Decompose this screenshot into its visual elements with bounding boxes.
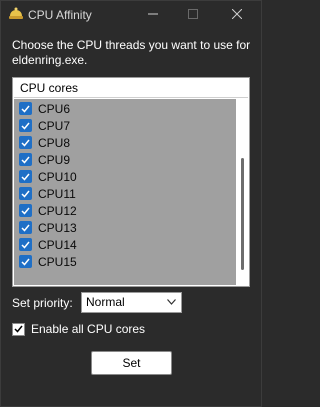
checkmark-icon xyxy=(21,258,30,266)
priority-label: Set priority: xyxy=(12,296,73,310)
set-button[interactable]: Set xyxy=(91,351,172,375)
list-item[interactable]: CPU10 xyxy=(19,168,77,185)
minimize-icon xyxy=(148,13,158,15)
close-button[interactable] xyxy=(217,1,257,27)
cpu-cores-list[interactable]: CPU cores CPU6 CPU7 CPU8 CPU9 CPU10 CPU1… xyxy=(12,77,250,287)
checkmark-icon xyxy=(21,156,30,164)
list-body: CPU6 CPU7 CPU8 CPU9 CPU10 CPU11 CPU12 CP… xyxy=(14,99,236,285)
list-item[interactable]: CPU15 xyxy=(19,253,77,270)
title-bar[interactable]: CPU Affinity xyxy=(1,1,261,29)
scrollbar-thumb[interactable] xyxy=(241,158,244,270)
list-item[interactable]: CPU9 xyxy=(19,151,70,168)
checkmark-icon xyxy=(21,173,30,181)
list-scrollbar[interactable] xyxy=(237,99,249,285)
list-item[interactable]: CPU11 xyxy=(19,185,76,202)
cpu-affinity-window: CPU Affinity Choose the CPU threads you … xyxy=(0,0,262,407)
list-header[interactable]: CPU cores xyxy=(14,79,248,98)
priority-selected-value: Normal xyxy=(86,295,125,309)
cpu-label: CPU7 xyxy=(38,118,71,133)
cpu-label: CPU14 xyxy=(38,237,77,252)
cpu-label: CPU8 xyxy=(38,135,71,150)
checkmark-icon xyxy=(21,190,30,198)
enable-all-label: Enable all CPU cores xyxy=(31,322,146,336)
close-icon xyxy=(232,9,242,19)
checkmark-icon xyxy=(21,139,30,147)
cpu-label: CPU9 xyxy=(38,152,71,167)
checkmark-icon xyxy=(21,207,30,215)
list-item[interactable]: CPU14 xyxy=(19,236,77,253)
list-item[interactable]: CPU13 xyxy=(19,219,77,236)
priority-select[interactable]: Normal xyxy=(81,292,182,313)
cpu-label: CPU15 xyxy=(38,254,77,269)
checkmark-icon xyxy=(21,105,30,113)
list-item[interactable]: CPU7 xyxy=(19,117,70,134)
checkbox-checked[interactable] xyxy=(19,204,32,217)
checkbox-checked[interactable] xyxy=(19,136,32,149)
checkbox-checked[interactable] xyxy=(19,119,32,132)
checkbox-checked[interactable] xyxy=(19,153,32,166)
cpu-label: CPU13 xyxy=(38,220,77,235)
checkmark-icon xyxy=(14,325,23,333)
list-item[interactable]: CPU12 xyxy=(19,202,77,219)
checkbox-checked[interactable] xyxy=(12,322,25,336)
chevron-down-icon xyxy=(167,299,176,305)
app-icon xyxy=(8,7,24,21)
cpu-label: CPU6 xyxy=(38,101,71,116)
cpu-label: CPU11 xyxy=(38,186,76,201)
list-item[interactable]: CPU8 xyxy=(19,134,70,151)
cpu-label: CPU12 xyxy=(38,203,77,218)
enable-all-checkbox[interactable]: Enable all CPU cores xyxy=(12,321,145,337)
description-text: Choose the CPU threads you want to use f… xyxy=(12,38,251,67)
checkbox-checked[interactable] xyxy=(19,170,32,183)
window-title: CPU Affinity xyxy=(28,8,92,22)
maximize-icon xyxy=(188,9,198,19)
checkmark-icon xyxy=(21,122,30,130)
checkbox-checked[interactable] xyxy=(19,187,32,200)
checkbox-checked[interactable] xyxy=(19,221,32,234)
maximize-button[interactable] xyxy=(173,1,213,27)
checkbox-checked[interactable] xyxy=(19,102,32,115)
cpu-label: CPU10 xyxy=(38,169,77,184)
checkmark-icon xyxy=(21,224,30,232)
minimize-button[interactable] xyxy=(133,1,173,27)
list-item[interactable]: CPU6 xyxy=(19,100,70,117)
checkmark-icon xyxy=(21,241,30,249)
checkbox-checked[interactable] xyxy=(19,238,32,251)
checkbox-checked[interactable] xyxy=(19,255,32,268)
